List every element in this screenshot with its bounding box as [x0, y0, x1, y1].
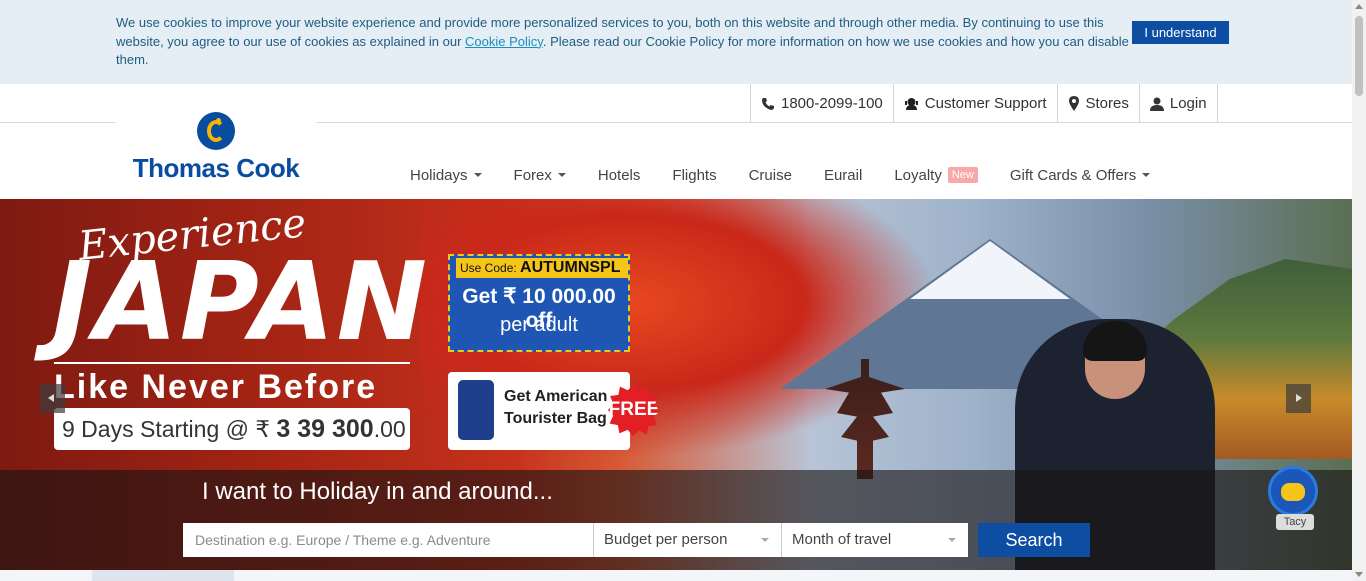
nav-gift-cards-offers[interactable]: Gift Cards & Offers: [998, 167, 1170, 184]
bag-offer-card: Get American Tourister Bag: [448, 372, 630, 450]
page-scrollbar[interactable]: [1352, 0, 1366, 581]
logo-globe-icon: [197, 112, 235, 150]
nav-cruise-label: Cruise: [748, 166, 792, 184]
headset-icon: [904, 98, 918, 110]
content-tab[interactable]: [92, 570, 234, 581]
nav-eurail[interactable]: Eurail: [812, 167, 882, 184]
chevron-down-icon: [1142, 173, 1151, 177]
nav-loyalty-label: Loyalty: [894, 166, 942, 184]
nav-holidays-label: Holidays: [410, 166, 468, 184]
scroll-up-arrow-icon[interactable]: [1355, 4, 1363, 9]
scroll-thumb[interactable]: [1355, 16, 1363, 96]
main-nav: Holidays Forex Hotels Flights Cruise Eur…: [398, 156, 1170, 194]
destination-input[interactable]: [183, 523, 593, 557]
stores-label: Stores: [1085, 95, 1129, 112]
search-heading: I want to Holiday in and around...: [202, 478, 553, 505]
nav-cruise[interactable]: Cruise: [737, 167, 812, 184]
customer-support-link[interactable]: Customer Support: [892, 84, 1057, 123]
phone-icon: [762, 97, 774, 110]
carousel-next-button[interactable]: [1286, 384, 1311, 413]
hero-price: 3 39 300: [276, 415, 374, 443]
chatbot-label[interactable]: Tacy: [1276, 514, 1314, 530]
user-icon: [1149, 97, 1164, 111]
bag-offer-text: Get American Tourister Bag: [504, 386, 607, 430]
customer-support-label: Customer Support: [924, 95, 1047, 112]
scroll-down-arrow-icon[interactable]: [1355, 572, 1363, 577]
mountain-snow-graphic: [910, 241, 1070, 299]
login-link[interactable]: Login: [1138, 84, 1218, 123]
hero-price-decimal: .00: [373, 416, 406, 442]
carousel-prev-button[interactable]: [40, 384, 65, 413]
budget-select[interactable]: Budget per person: [593, 523, 781, 557]
nav-forex[interactable]: Forex: [502, 167, 586, 184]
month-select-value: Month of travel: [792, 531, 892, 548]
nav-eurail-label: Eurail: [823, 166, 863, 184]
chevron-down-icon: [761, 538, 769, 542]
cookie-accept-button[interactable]: I understand: [1132, 21, 1229, 44]
promo-code-card: Use Code: AUTUMNSPL Get ₹ 10 000.00 off …: [448, 254, 630, 352]
promo-code-strip: Use Code: AUTUMNSPL: [456, 258, 628, 278]
login-label: Login: [1169, 95, 1207, 112]
chevron-down-icon: [473, 173, 482, 177]
hero-price-box: 9 Days Starting @ ₹ 3 39 300.00: [54, 408, 410, 450]
map-pin-icon: [1068, 96, 1079, 111]
nav-flights-label: Flights: [672, 166, 717, 184]
month-select[interactable]: Month of travel: [781, 523, 968, 557]
stores-link[interactable]: Stores: [1056, 84, 1139, 123]
new-badge: New: [947, 167, 978, 183]
nav-gift-cards-label: Gift Cards & Offers: [1009, 166, 1137, 184]
brand-name: Thomas Cook: [132, 153, 300, 183]
hero-divider: [54, 362, 410, 364]
hero-title: JAPAN: [52, 240, 429, 365]
nav-loyalty[interactable]: Loyalty New: [882, 167, 998, 184]
bag-offer-line-1: Get American: [504, 388, 608, 405]
hero-days-text: 9 Days Starting @ ₹: [62, 416, 277, 442]
phone-number: 1800-2099-100: [781, 95, 883, 112]
cookie-policy-link[interactable]: Cookie Policy: [465, 34, 543, 49]
promo-code-value: AUTUMNSPL: [520, 259, 621, 276]
hero-subtitle: Like Never Before: [54, 368, 378, 406]
arrow-right-icon: [1296, 394, 1302, 402]
nav-flights[interactable]: Flights: [660, 167, 736, 184]
arrow-left-icon: [48, 394, 54, 402]
nav-hotels-label: Hotels: [597, 166, 641, 184]
chevron-down-icon: [948, 538, 956, 542]
nav-holidays[interactable]: Holidays: [398, 167, 502, 184]
budget-select-value: Budget per person: [604, 531, 728, 548]
nav-forex-label: Forex: [513, 166, 552, 184]
chevron-down-icon: [557, 173, 566, 177]
brand-logo[interactable]: Thomas Cook: [116, 98, 316, 198]
chatbot-avatar-icon[interactable]: [1268, 466, 1318, 516]
bag-offer-line-2: Tourister Bag: [504, 410, 607, 427]
search-button[interactable]: Search: [978, 523, 1090, 557]
promo-unit: per adult: [500, 314, 578, 336]
phone-link[interactable]: 1800-2099-100: [750, 84, 893, 123]
suitcase-icon: [458, 380, 494, 440]
cookie-message: We use cookies to improve your website e…: [116, 14, 1136, 70]
cookie-banner: We use cookies to improve your website e…: [0, 0, 1352, 84]
promo-code-label: Use Code:: [460, 261, 517, 275]
nav-hotels[interactable]: Hotels: [586, 167, 661, 184]
